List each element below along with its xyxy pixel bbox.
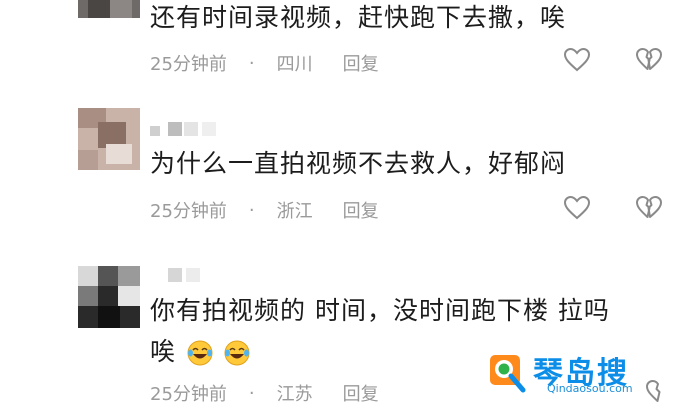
comment-text: 还有时间录视频，赶快跑下去撒，唉	[150, 3, 567, 32]
comment-location: 浙江	[276, 201, 313, 222]
heart-icon[interactable]	[564, 48, 590, 72]
meta-separator: ·	[248, 382, 255, 404]
meta-separator: ·	[248, 199, 255, 221]
reply-button[interactable]: 回复	[343, 50, 379, 76]
heart-icon[interactable]	[564, 196, 590, 220]
meta-separator: ·	[248, 52, 255, 74]
avatar[interactable]	[78, 108, 140, 170]
search-magnifier-logo-icon	[490, 355, 526, 393]
comment-meta: 25分钟前 · 浙江 回复	[150, 197, 379, 223]
username-blurred	[150, 122, 230, 136]
comment-text-tail: 唉	[150, 337, 177, 366]
comment-text: 为什么一直拍视频不去救人，好郁闷	[150, 149, 567, 178]
comment-time: 25分钟前	[150, 384, 227, 405]
username-blurred	[168, 268, 228, 282]
broken-heart-icon[interactable]	[636, 48, 662, 72]
comment-time: 25分钟前	[150, 201, 227, 222]
comment-meta: 25分钟前 · 四川 回复	[150, 50, 379, 76]
comment-location: 江苏	[276, 384, 313, 405]
broken-heart-icon[interactable]	[636, 196, 662, 220]
avatar[interactable]	[78, 0, 140, 18]
laughing-crying-emoji-icon	[224, 340, 250, 366]
comment-time: 25分钟前	[150, 54, 227, 75]
laughing-crying-emoji-icon	[187, 340, 213, 366]
comment-text: 你有拍视频的 时间，没时间跑下楼 拉吗	[150, 296, 610, 325]
watermark-url: Qindaosou.com	[547, 382, 633, 395]
reply-button[interactable]: 回复	[343, 380, 379, 406]
comment-location: 四川	[276, 54, 313, 75]
reply-button[interactable]: 回复	[343, 197, 379, 223]
comment-meta: 25分钟前 · 江苏 回复	[150, 380, 379, 406]
watermark: 琴岛搜 Qindaosou.com	[487, 352, 687, 400]
avatar[interactable]	[78, 266, 140, 328]
comment-text-line2: 唉	[150, 334, 250, 370]
